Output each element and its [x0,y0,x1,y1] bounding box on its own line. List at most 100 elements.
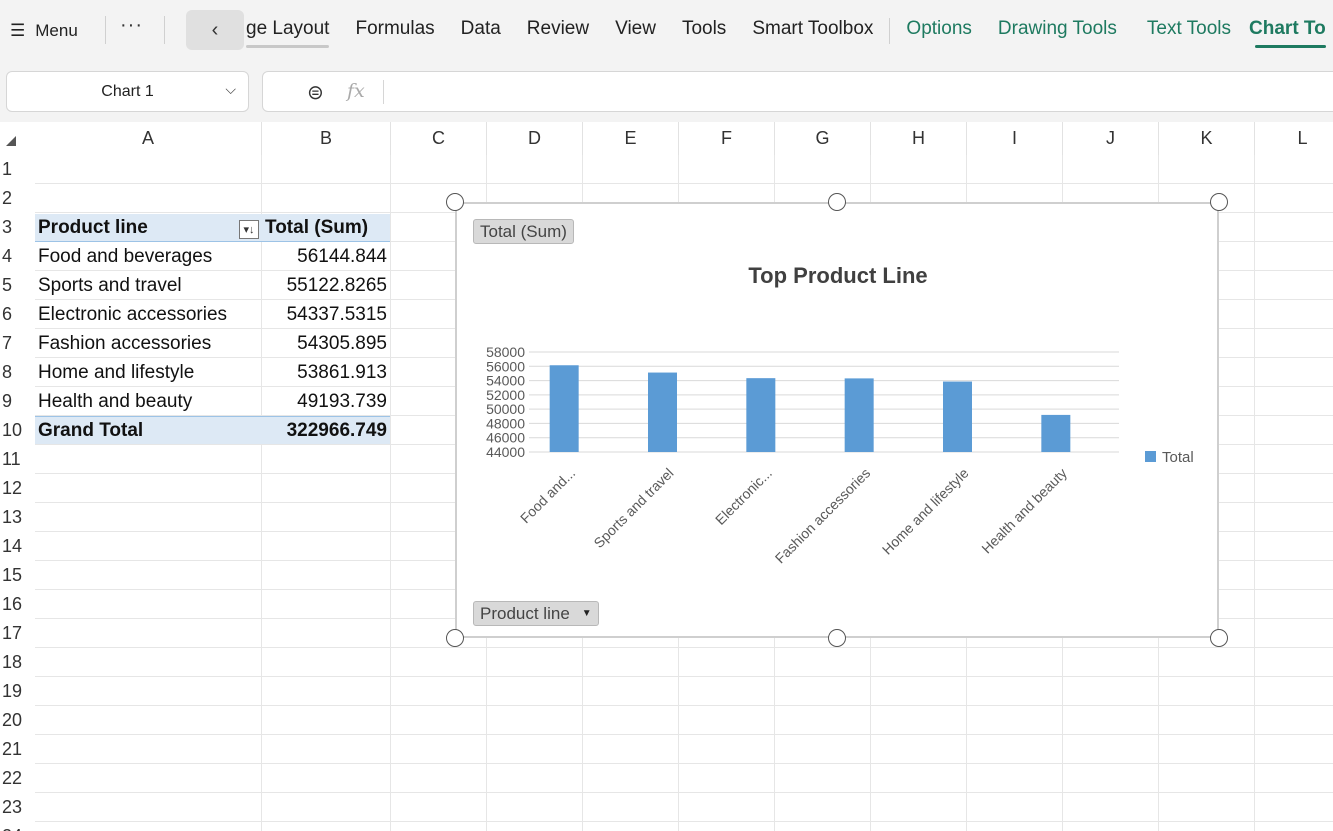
pivot-row-label[interactable]: Food and beverages [38,242,260,271]
pivot-row-value[interactable]: 54305.895 [262,329,387,358]
pivot-grand-total-value[interactable]: 322966.749 [262,416,387,445]
row-header-12[interactable]: 12 [0,474,35,503]
pivot-row-label[interactable]: Fashion accessories [38,329,260,358]
column-header-e[interactable]: E [583,122,679,155]
function-icon[interactable]: fx [347,80,365,102]
column-header-i[interactable]: I [967,122,1063,155]
resize-handle-top[interactable] [828,193,846,211]
scroll-tabs-back-button[interactable]: ‹ [186,10,244,50]
zoom-search-icon[interactable]: ⊜ [307,80,324,105]
row-header-8[interactable]: 8 [0,358,35,387]
column-header-c[interactable]: C [391,122,487,155]
row-header-17[interactable]: 17 [0,619,35,648]
tab-tools[interactable]: Tools [682,18,726,48]
y-tick-label: 56000 [486,358,525,374]
legend-label: Total [1162,449,1194,466]
pivot-row-label[interactable]: Health and beauty [38,387,260,416]
bar-4 [844,378,874,452]
gridline-row [35,183,1333,184]
column-header-j[interactable]: J [1063,122,1159,155]
row-header-18[interactable]: 18 [0,648,35,677]
tab-page-layout[interactable]: ge Layout [246,18,330,48]
pivot-header-product-line[interactable]: Product line [38,213,260,242]
row-header-23[interactable]: 23 [0,793,35,822]
row-header-5[interactable]: 5 [0,271,35,300]
resize-handle-bottom-right[interactable] [1210,629,1228,647]
resize-handle-bottom-left[interactable] [446,629,464,647]
row-header-14[interactable]: 14 [0,532,35,561]
row-header-21[interactable]: 21 [0,735,35,764]
sort-filter-icon[interactable]: ▾↓ [239,220,259,239]
column-header-b[interactable]: B [262,122,391,155]
row-header-11[interactable]: 11 [0,445,35,474]
row-header-16[interactable]: 16 [0,590,35,619]
column-header-g[interactable]: G [775,122,871,155]
column-header-a[interactable]: A [35,122,262,155]
divider [383,80,384,104]
pivot-row-value[interactable]: 49193.739 [262,387,387,416]
row-header-9[interactable]: 9 [0,387,35,416]
tab-review[interactable]: Review [527,18,589,48]
pivot-row-label[interactable]: Sports and travel [38,271,260,300]
pivot-row-value[interactable]: 53861.913 [262,358,387,387]
y-tick-label: 48000 [486,415,525,431]
column-header-d[interactable]: D [487,122,583,155]
row-header-10[interactable]: 10 [0,416,35,445]
column-header-k[interactable]: K [1159,122,1255,155]
row-header-15[interactable]: 15 [0,561,35,590]
row-header-4[interactable]: 4 [0,242,35,271]
ribbon-tabs: ge Layout Formulas Data Review View Tool… [246,18,1333,48]
more-options-button[interactable]: ··· [120,14,143,37]
gridline-row [35,705,1333,706]
pivot-grand-total-label[interactable]: Grand Total [38,416,260,445]
pivot-row-value[interactable]: 56144.844 [262,242,387,271]
tab-smart-toolbox[interactable]: Smart Toolbox [752,18,873,48]
y-tick-label: 44000 [486,444,525,460]
resize-handle-bottom[interactable] [828,629,846,647]
tab-view[interactable]: View [615,18,656,48]
tab-options[interactable]: Options [906,18,971,48]
y-tick-label: 50000 [486,401,525,417]
pivot-header-total[interactable]: Total (Sum) [265,213,390,242]
formula-input[interactable]: ⊜ fx [262,71,1333,112]
tab-formulas[interactable]: Formulas [355,18,434,48]
chart-object[interactable]: Total (Sum) Top Product Line 44000 46000 48… [455,202,1219,638]
row-header-19[interactable]: 19 [0,677,35,706]
chevron-left-icon: ‹ [211,18,219,41]
y-tick-label: 54000 [486,373,525,389]
menu-button[interactable]: ☰ Menu [10,16,78,46]
column-header-l[interactable]: L [1255,122,1333,155]
row-header-20[interactable]: 20 [0,706,35,735]
row-header-24[interactable]: 24 [0,822,35,831]
row-header-2[interactable]: 2 [0,184,35,213]
gridline-row [35,734,1333,735]
column-header-f[interactable]: F [679,122,775,155]
select-all-corner[interactable] [0,122,35,155]
tab-data[interactable]: Data [461,18,501,48]
gridline-row [35,821,1333,822]
x-tick-label: Sports and travel [590,465,676,551]
row-header-22[interactable]: 22 [0,764,35,793]
row-header-3[interactable]: 3 [0,213,35,242]
x-tick-label: Home and lifestyle [879,465,972,558]
pivot-row-value[interactable]: 55122.8265 [262,271,387,300]
chart-axis-field-button[interactable]: Product line ▼ [473,601,599,626]
chevron-down-icon[interactable]: ⌵ [225,81,236,98]
legend-swatch [1145,451,1156,462]
tab-chart-tools[interactable]: Chart To [1249,18,1326,48]
resize-handle-top-right[interactable] [1210,193,1228,211]
pivot-row-value[interactable]: 54337.5315 [262,300,387,329]
resize-handle-top-left[interactable] [446,193,464,211]
column-header-h[interactable]: H [871,122,967,155]
name-box[interactable]: Chart 1 ⌵ [6,71,249,112]
row-header-6[interactable]: 6 [0,300,35,329]
row-header-13[interactable]: 13 [0,503,35,532]
y-tick-label: 46000 [486,430,525,446]
pivot-row-label[interactable]: Home and lifestyle [38,358,260,387]
row-header-1[interactable]: 1 [0,155,35,184]
y-tick-label: 58000 [486,344,525,360]
row-header-7[interactable]: 7 [0,329,35,358]
tab-drawing-tools[interactable]: Drawing Tools [998,18,1117,48]
pivot-row-label[interactable]: Electronic accessories [38,300,260,329]
tab-text-tools[interactable]: Text Tools [1147,18,1231,48]
